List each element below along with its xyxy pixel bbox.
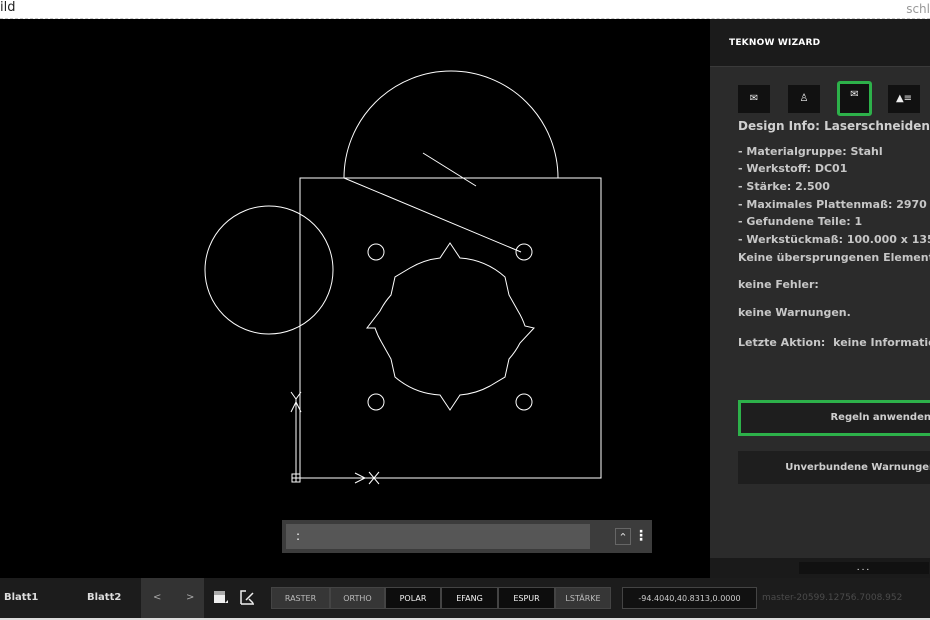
check-mail-icon[interactable]: ✉ xyxy=(738,85,770,113)
title-bar: ild schl xyxy=(0,0,930,19)
slot-line xyxy=(422,152,477,187)
wizard-header: TEKNOW WIZARD xyxy=(710,19,930,67)
hole xyxy=(515,393,533,411)
window-title: ild xyxy=(0,0,16,15)
person-pin-icon[interactable]: ♙ xyxy=(788,85,820,113)
status-bar: Blatt1 Blatt2 < > RASTER ORTHO POLAR EFA… xyxy=(0,578,930,620)
info-line: - Werkstoff: DC01 xyxy=(738,162,848,175)
wizard-panel: TEKNOW WIZARD ✉ ♙ ✉ ▲≡ Design Info: Lase… xyxy=(710,19,930,578)
apply-rules-button[interactable]: Regeln anwenden xyxy=(738,400,930,436)
toggle-espur[interactable]: ESPUR xyxy=(498,587,555,609)
double-chevron-up-icon[interactable]: ⌃ xyxy=(615,528,631,545)
next-sheet-button[interactable]: > xyxy=(186,578,194,618)
hole xyxy=(367,393,385,411)
toggle-efang[interactable]: EFANG xyxy=(441,587,498,609)
gear-profile xyxy=(365,242,535,411)
info-line: - Maximales Plattenmaß: 2970 x 1 xyxy=(738,198,930,211)
last-action-value: keine Information xyxy=(833,336,930,349)
command-line: : ⌃ ⋮ xyxy=(282,520,652,553)
toggle-raster[interactable]: RASTER xyxy=(271,587,330,609)
scroll-thumb[interactable]: ... xyxy=(799,562,929,574)
command-input[interactable]: : xyxy=(286,524,590,549)
tab-blatt2[interactable]: Blatt2 xyxy=(87,578,121,618)
diagonal-line xyxy=(343,177,522,253)
last-action-label: Letzte Aktion: xyxy=(738,336,826,349)
info-line: - Materialgruppe: Stahl xyxy=(738,145,883,158)
close-label[interactable]: schl xyxy=(906,1,930,17)
toggle-lstaerke[interactable]: LSTÄRKE xyxy=(555,587,611,609)
info-line: Keine übersprungenen Elemente. xyxy=(738,251,930,264)
hole xyxy=(367,243,385,261)
wizard-title: TEKNOW WIZARD xyxy=(729,38,821,48)
version-label: master-20599.12756.7008.952 xyxy=(762,593,903,603)
triangle-list-icon[interactable]: ▲≡ xyxy=(888,85,920,113)
check-message-icon[interactable]: ✉ xyxy=(837,81,872,116)
info-line: - Gefundene Teile: 1 xyxy=(738,215,863,228)
wizard-scrollbar[interactable]: ... xyxy=(710,558,930,578)
hole xyxy=(515,243,533,261)
last-action: Letzte Aktion: keine Information xyxy=(738,336,930,349)
snap-tool-icon[interactable] xyxy=(238,588,256,606)
coordinate-display: -94.4040,40.8313,0.0000 xyxy=(622,587,757,609)
toggle-polar[interactable]: POLAR xyxy=(385,587,441,609)
info-line: - Werkstückmaß: 100.000 x 135.00 xyxy=(738,233,930,246)
prev-sheet-button[interactable]: < xyxy=(153,578,161,618)
top-arc xyxy=(343,70,559,179)
toggle-ortho[interactable]: ORTHO xyxy=(330,587,385,609)
unbound-warnings-button[interactable]: Unverbundene Warnunger xyxy=(738,451,930,484)
app-window: ild schl: ⌃ ⋮ TEKNOW WIZARD ✉ ♙ ✉ ▲≡ De… xyxy=(0,0,930,620)
info-line: - Stärke: 2.500 xyxy=(738,180,830,193)
vertical-dots-icon[interactable]: ⋮ xyxy=(634,528,648,545)
cad-drawing xyxy=(204,70,602,485)
model-space-icon[interactable] xyxy=(212,588,230,606)
sheet-nav: < > xyxy=(141,578,204,618)
left-circle xyxy=(204,205,334,335)
tab-blatt1[interactable]: Blatt1 xyxy=(4,578,38,618)
warnings-text: keine Warnungen. xyxy=(738,306,851,319)
design-info: Design Info: Laserschneiden xyxy=(738,119,930,133)
drawing-canvas[interactable] xyxy=(0,19,710,578)
errors-text: keine Fehler: xyxy=(738,278,819,291)
